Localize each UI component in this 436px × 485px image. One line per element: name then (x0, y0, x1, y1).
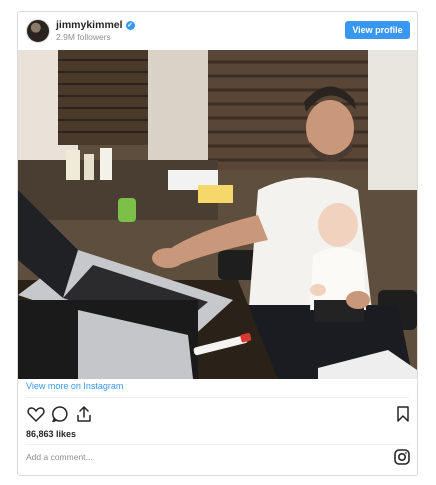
post-photo-illustration (18, 50, 417, 379)
comment-icon[interactable] (50, 404, 70, 424)
like-count[interactable]: 86,863 likes (26, 429, 76, 439)
heart-icon[interactable] (26, 404, 46, 424)
verified-icon: ✓ (125, 21, 135, 30)
bookmark-icon[interactable] (393, 404, 413, 424)
action-bar (24, 404, 412, 424)
username-row[interactable]: jimmykimmel ✓ (56, 19, 135, 31)
divider (26, 444, 409, 445)
view-profile-button[interactable]: View profile (345, 21, 410, 39)
add-comment-field[interactable]: Add a comment... (26, 452, 93, 462)
username[interactable]: jimmykimmel (56, 19, 123, 31)
instagram-embed-card: jimmykimmel ✓ 2.9M followers View profile (17, 11, 418, 476)
follower-count: 2.9M followers (56, 32, 111, 42)
share-icon[interactable] (74, 404, 94, 424)
avatar[interactable] (26, 19, 50, 43)
post-header: jimmykimmel ✓ 2.9M followers View profile (18, 12, 417, 50)
divider (26, 397, 409, 398)
view-more-link[interactable]: View more on Instagram (26, 381, 123, 391)
instagram-icon[interactable] (394, 449, 410, 465)
post-photo[interactable] (18, 50, 417, 379)
